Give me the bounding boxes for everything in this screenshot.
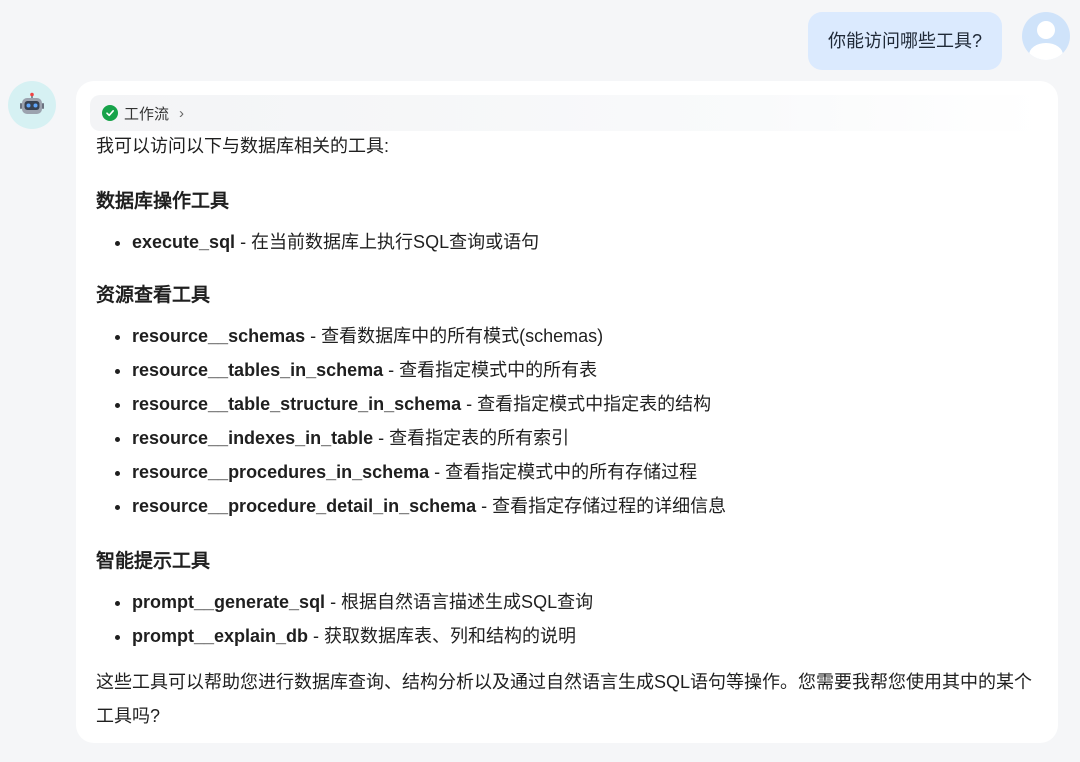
tool-desc: - 根据自然语言描述生成SQL查询 [325,592,594,612]
workflow-label: 工作流 [124,105,170,123]
user-avatar [1022,12,1070,60]
user-message-row: 你能访问哪些工具? [807,12,1070,70]
list-item: resource__indexes_in_table - 查看指定表的所有索引 [132,421,1038,455]
list-item: resource__procedures_in_schema - 查看指定模式中… [132,455,1038,489]
list-item: prompt__generate_sql - 根据自然语言描述生成SQL查询 [132,585,1038,619]
outro-text: 这些工具可以帮助您进行数据库查询、结构分析以及通过自然语言生成SQL语句等操作。… [96,672,1033,726]
tool-name: resource__indexes_in_table [132,428,374,448]
tool-desc: - 查看指定模式中指定表的结构 [461,394,712,414]
list-item: resource__tables_in_schema - 查看指定模式中的所有表 [132,353,1038,387]
robot-icon [20,92,44,114]
bot-message-card: 工作流 › 我可以访问以下与数据库相关的工具: 数据库操作工具 execute_… [76,81,1058,743]
chevron-right-icon: › [179,104,185,122]
chat-view: 你能访问哪些工具? 工作流 › 我可以访问以下与数据库相关的工具: 数据库操作工… [0,0,1080,762]
user-message-bubble: 你能访问哪些工具? [807,12,1002,70]
tool-name: prompt__explain_db [132,626,309,646]
workflow-toggle[interactable]: 工作流 › [90,95,1044,131]
tool-desc: - 查看指定模式中的所有存储过程 [429,462,698,482]
tool-desc: - 查看指定表的所有索引 [373,428,570,448]
tool-name: execute_sql [132,232,236,252]
check-circle-icon [102,105,118,121]
tool-name: resource__tables_in_schema [132,360,384,380]
section-title: 智能提示工具 [96,551,211,572]
list-item: execute_sql - 在当前数据库上执行SQL查询或语句 [132,225,1038,259]
tool-name: resource__procedure_detail_in_schema [132,496,477,516]
tool-name: resource__schemas [132,326,306,346]
tool-list: execute_sql - 在当前数据库上执行SQL查询或语句 [96,225,1038,259]
list-item: resource__procedure_detail_in_schema - 查… [132,489,1038,523]
tool-desc: - 在当前数据库上执行SQL查询或语句 [235,232,540,252]
tool-name: resource__table_structure_in_schema [132,394,462,414]
bot-avatar [8,81,56,129]
list-item: resource__table_structure_in_schema - 查看… [132,387,1038,421]
tool-name: prompt__generate_sql [132,592,326,612]
list-item: prompt__explain_db - 获取数据库表、列和结构的说明 [132,619,1038,653]
list-item: resource__schemas - 查看数据库中的所有模式(schemas) [132,319,1038,353]
tool-desc: - 查看指定模式中的所有表 [383,360,598,380]
section-title: 数据库操作工具 [96,191,230,212]
bot-message-content: 我可以访问以下与数据库相关的工具: 数据库操作工具 execute_sql - … [96,129,1038,733]
tool-desc: - 查看数据库中的所有模式(schemas) [305,326,604,346]
tool-desc: - 查看指定存储过程的详细信息 [476,496,727,516]
tool-name: resource__procedures_in_schema [132,462,430,482]
tool-desc: - 获取数据库表、列和结构的说明 [308,626,577,646]
intro-text: 我可以访问以下与数据库相关的工具: [96,136,389,156]
tool-list: resource__schemas - 查看数据库中的所有模式(schemas)… [96,319,1038,523]
tool-list: prompt__generate_sql - 根据自然语言描述生成SQL查询 p… [96,585,1038,653]
section-title: 资源查看工具 [96,285,211,306]
